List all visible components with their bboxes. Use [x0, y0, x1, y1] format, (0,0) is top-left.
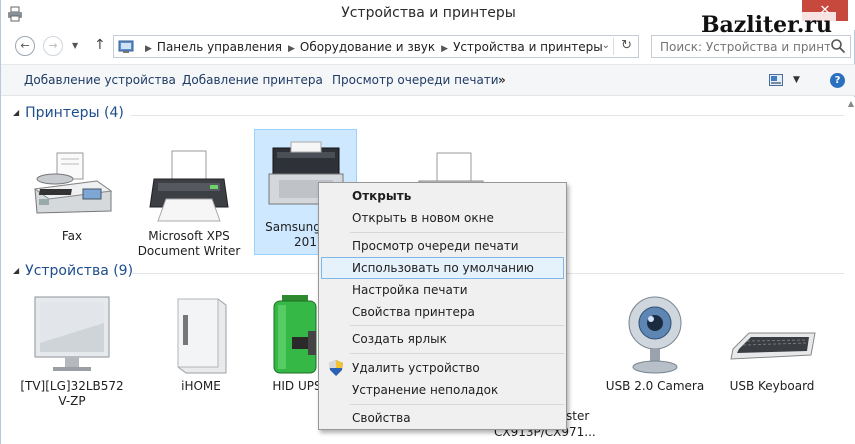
- breadcrumb-separator: ▶: [145, 44, 152, 54]
- menu-item-label: Удалить устройство: [352, 361, 480, 375]
- recent-locations-chevron-down-icon[interactable]: ▼: [72, 41, 78, 50]
- change-view-icon[interactable]: [769, 74, 783, 86]
- device-microsoft-xps-document-writer[interactable]: Microsoft XPS Document Writer: [134, 149, 244, 259]
- device-label: Fax: [61, 229, 83, 243]
- back-button[interactable]: ←: [15, 36, 35, 56]
- devices-and-printers-window: Устройства и принтеры ✕ Bazliter.ru ← → …: [0, 0, 855, 444]
- menu-item-open[interactable]: Открыть: [321, 185, 564, 207]
- address-dropdown-chevron-icon[interactable]: ⌄: [602, 40, 610, 51]
- devices-content-area: ▲ ◢ Принтеры (4) Fax Microsoft XPS Docum…: [1, 97, 855, 444]
- menu-item-printing-preferences[interactable]: Настройка печати: [321, 279, 564, 301]
- menu-separator: [350, 353, 564, 354]
- menu-separator: [350, 232, 564, 233]
- menu-item-create-shortcut[interactable]: Создать ярлык: [321, 328, 564, 350]
- printer-icon: [149, 150, 229, 222]
- up-button[interactable]: ↑: [94, 37, 106, 53]
- devices-group-title: Устройства (9): [25, 263, 134, 279]
- monitor-icon: [34, 296, 110, 371]
- keyboard-icon: [730, 332, 816, 360]
- device-lg-tv[interactable]: [TV][LG]32LB572 V-ZP: [17, 293, 127, 409]
- menu-item-set-as-default[interactable]: Использовать по умолчанию: [321, 257, 564, 279]
- print-queue-button[interactable]: Просмотр очереди печати: [332, 73, 499, 87]
- collapse-triangle-icon[interactable]: ◢: [13, 108, 19, 117]
- media-server-icon: [177, 298, 227, 374]
- device-label: Microsoft XPS Document Writer: [137, 229, 241, 258]
- title-bar: Устройства и принтеры ✕ Bazliter.ru: [1, 0, 855, 38]
- device-usb-camera[interactable]: USB 2.0 Camera: [600, 293, 710, 394]
- breadcrumb-control-panel[interactable]: Панель управления: [157, 40, 282, 54]
- device-label: [TV][LG]32LB572 V-ZP: [20, 379, 124, 408]
- devices-group-header[interactable]: ◢ Устройства (9): [13, 263, 133, 279]
- device-fax[interactable]: Fax: [17, 149, 127, 244]
- printers-group-header[interactable]: ◢ Принтеры (4): [13, 105, 124, 121]
- search-icon[interactable]: [830, 38, 846, 54]
- help-icon[interactable]: ?: [830, 73, 845, 88]
- navigation-bar: ← → ▼ ↑ ▶ Панель управления ▶ Оборудование …: [1, 30, 855, 62]
- uac-shield-icon: [329, 360, 343, 376]
- scroll-up-arrow-icon[interactable]: ▲: [848, 99, 854, 108]
- breadcrumb-separator[interactable]: ▶: [288, 44, 295, 54]
- device-label: USB Keyboard: [729, 379, 815, 393]
- collapse-triangle-icon[interactable]: ◢: [13, 266, 19, 275]
- breadcrumb: ▶ Панель управления ▶ Оборудование и звук ▶ У…: [139, 40, 603, 54]
- add-device-button[interactable]: Добавление устройства: [24, 73, 176, 87]
- forward-button[interactable]: →: [43, 36, 63, 56]
- menu-item-troubleshoot[interactable]: Устранение неполадок: [321, 379, 564, 401]
- group-divider: [131, 115, 844, 116]
- breadcrumb-separator[interactable]: ▶: [441, 44, 448, 54]
- fax-icon: [33, 152, 113, 214]
- webcam-icon: [628, 296, 682, 374]
- command-bar: Добавление устройства Добавление принтер…: [1, 64, 855, 96]
- menu-item-remove-device[interactable]: Удалить устройство: [321, 357, 564, 379]
- device-label: USB 2.0 Camera: [605, 379, 705, 393]
- control-panel-icon: [118, 40, 134, 53]
- search-box[interactable]: [651, 35, 851, 58]
- breadcrumb-devices-and-printers[interactable]: Устройства и принтеры: [453, 40, 603, 54]
- device-ihome[interactable]: iHOME: [146, 293, 256, 394]
- breadcrumb-hardware-and-sound[interactable]: Оборудование и звук: [300, 40, 435, 54]
- menu-separator: [350, 325, 564, 326]
- menu-item-printer-properties[interactable]: Свойства принтера: [321, 301, 564, 323]
- search-input[interactable]: [652, 36, 830, 57]
- device-label: iHOME: [181, 379, 221, 393]
- address-divider: [613, 38, 614, 55]
- menu-item-properties[interactable]: Свойства: [321, 407, 564, 429]
- context-menu: Открыть Открыть в новом окне Просмотр оч…: [318, 182, 567, 430]
- menu-separator: [350, 404, 564, 405]
- menu-item-open-new-window[interactable]: Открыть в новом окне: [321, 207, 564, 229]
- view-options-chevron-down-icon[interactable]: ▼: [793, 75, 800, 85]
- add-printer-button[interactable]: Добавление принтера: [182, 73, 323, 87]
- address-bar[interactable]: ▶ Панель управления ▶ Оборудование и звук ▶ У…: [113, 35, 639, 58]
- refresh-icon[interactable]: ↻: [621, 38, 632, 53]
- menu-item-view-print-queue[interactable]: Просмотр очереди печати: [321, 235, 564, 257]
- more-commands-button[interactable]: »: [498, 73, 506, 87]
- printers-group-title: Принтеры (4): [25, 105, 124, 121]
- device-usb-keyboard[interactable]: USB Keyboard: [717, 293, 827, 394]
